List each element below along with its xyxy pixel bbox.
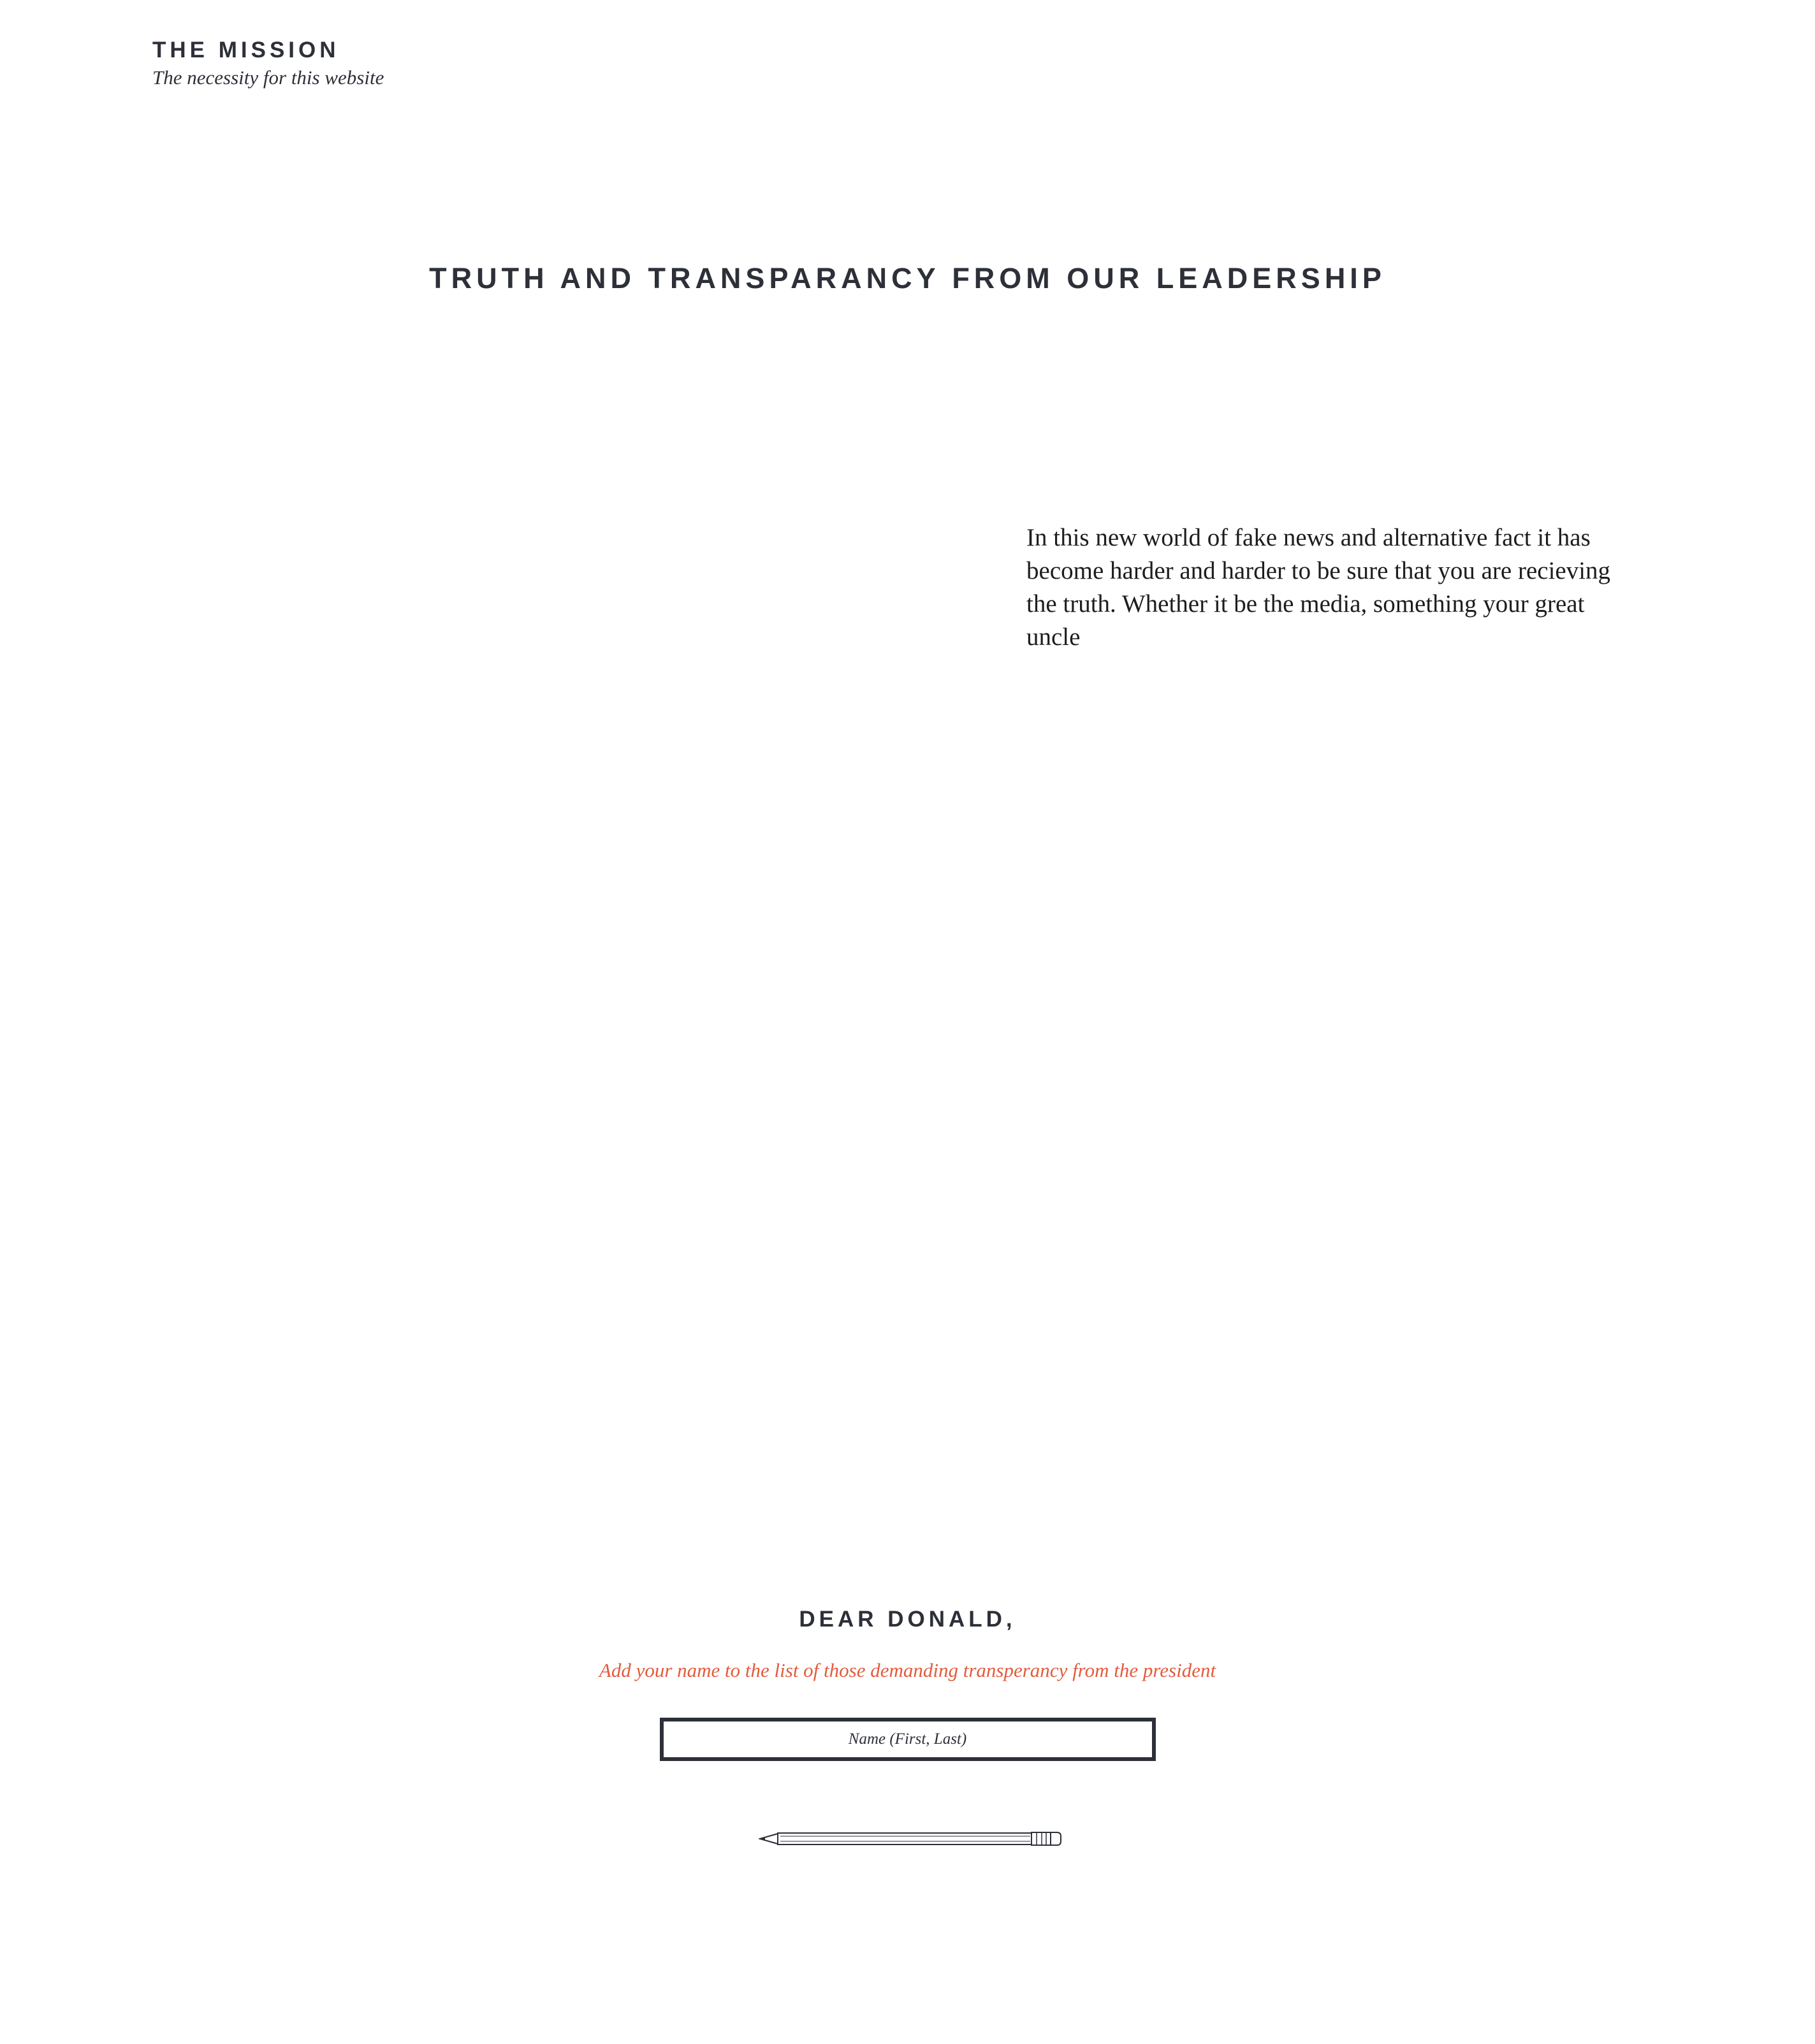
mission-title: THE MISSION xyxy=(152,38,340,62)
page-heading: TRUTH AND TRANSPARANCY FROM OUR LEADERSH… xyxy=(429,262,1386,294)
pencil-submit-button[interactable] xyxy=(759,1828,1062,1850)
petition-section: DEAR DONALD, Add your name to the list o… xyxy=(0,1606,1815,1762)
mission-header: THE MISSION The necessity for this websi… xyxy=(152,38,384,89)
name-input[interactable] xyxy=(659,1718,1156,1762)
mission-subtitle: The necessity for this website xyxy=(152,66,384,89)
petition-title: DEAR DONALD, xyxy=(799,1607,1016,1632)
petition-subtitle: Add your name to the list of those deman… xyxy=(599,1659,1216,1681)
pencil-icon xyxy=(759,1832,1061,1846)
intro-paragraph: In this new world of fake news and alter… xyxy=(1026,524,1611,651)
